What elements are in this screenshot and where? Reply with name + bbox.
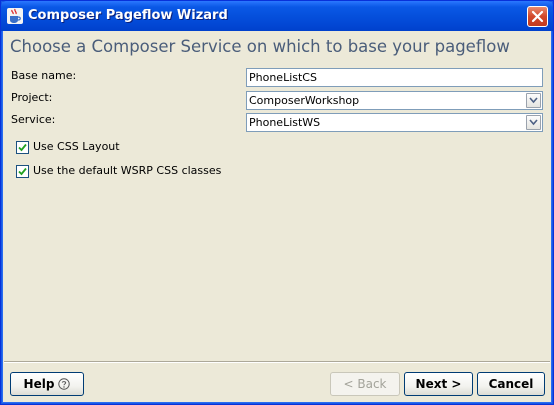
base-name-label: Base name:: [11, 69, 77, 82]
button-bar-separator: [4, 361, 550, 363]
close-button[interactable]: [527, 6, 548, 27]
project-select-value: ComposerWorkshop: [249, 94, 360, 107]
cancel-button[interactable]: Cancel: [477, 372, 545, 396]
service-select[interactable]: PhoneListWS: [246, 113, 543, 132]
use-css-layout-label[interactable]: Use CSS Layout: [33, 140, 120, 153]
question-circle-icon: [58, 375, 71, 390]
page-heading: Choose a Composer Service on which to ba…: [10, 37, 510, 56]
checkmark-icon: [18, 143, 27, 152]
help-button[interactable]: Help: [10, 372, 84, 396]
title-bar[interactable]: Composer Pageflow Wizard: [1, 1, 553, 31]
chevron-down-icon: [529, 119, 538, 126]
service-select-value: PhoneListWS: [249, 116, 321, 129]
wizard-window: Composer Pageflow Wizard Choose a Compos…: [0, 0, 554, 405]
next-button[interactable]: Next >: [404, 372, 473, 396]
project-dropdown-button[interactable]: [526, 93, 541, 108]
project-label: Project:: [11, 91, 53, 104]
window-title: Composer Pageflow Wizard: [28, 8, 228, 23]
project-select[interactable]: ComposerWorkshop: [246, 91, 543, 110]
chevron-down-icon: [529, 97, 538, 104]
checkmark-icon: [18, 167, 27, 176]
wizard-content: Choose a Composer Service on which to ba…: [4, 31, 550, 401]
use-wsrp-css-label[interactable]: Use the default WSRP CSS classes: [33, 164, 221, 177]
use-wsrp-css-checkbox[interactable]: [16, 165, 29, 178]
service-label: Service:: [11, 113, 56, 126]
service-dropdown-button[interactable]: [526, 115, 541, 130]
close-icon: [531, 10, 544, 23]
base-name-input[interactable]: PhoneListCS: [246, 68, 543, 87]
java-coffee-icon: [7, 8, 23, 24]
back-button[interactable]: < Back: [330, 372, 400, 396]
help-button-label: Help: [23, 377, 55, 391]
use-css-layout-checkbox[interactable]: [16, 141, 29, 154]
